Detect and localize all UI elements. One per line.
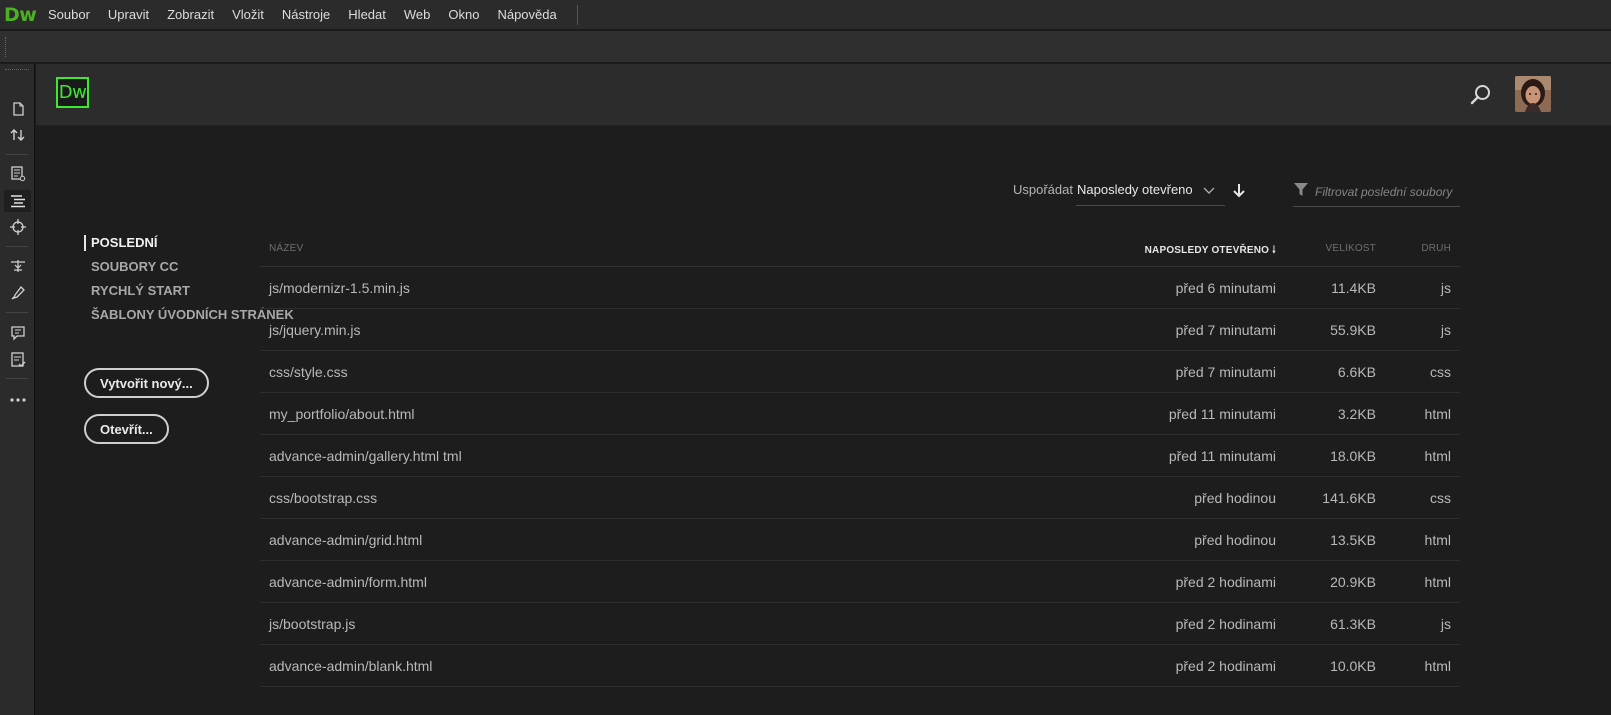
more-icon[interactable] <box>4 389 31 411</box>
sort-direction-arrow-icon[interactable] <box>1231 182 1249 200</box>
file-opened: před 2 hodinami <box>1175 574 1276 590</box>
file-name: my_portfolio/about.html <box>269 406 415 422</box>
file-type: js <box>1440 322 1451 338</box>
code-format-icon[interactable] <box>4 190 31 212</box>
create-new-button[interactable]: Vytvořit nový... <box>84 368 209 398</box>
file-size: 13.5KB <box>1330 532 1376 548</box>
toolstrip-grip[interactable] <box>5 69 29 72</box>
wrap-tag-icon[interactable] <box>4 255 31 277</box>
file-opened: před hodinou <box>1194 490 1276 506</box>
file-type: css <box>1430 490 1451 506</box>
file-size: 10.0KB <box>1330 658 1376 674</box>
column-type-header[interactable]: DRUH <box>1421 243 1451 254</box>
file-size: 3.2KB <box>1337 406 1376 422</box>
file-type: html <box>1424 532 1451 548</box>
file-name: advance-admin/form.html <box>269 574 427 590</box>
tool-strip <box>0 64 35 715</box>
file-name: advance-admin/gallery.html tml <box>269 448 462 464</box>
file-name: advance-admin/grid.html <box>269 532 423 548</box>
menu-divider <box>576 4 578 25</box>
table-row[interactable]: advance-admin/grid.html před hodinou 13.5K… <box>260 519 1460 561</box>
column-opened-header[interactable]: NAPOSLEDY OTEVŘENO 🠓 <box>1145 243 1276 260</box>
menu-vlozit[interactable]: Vložit <box>232 7 264 22</box>
recent-files-table: NÁZEV NAPOSLEDY OTEVŘENO 🠓 VELIKOST DRUH… <box>260 237 1460 687</box>
sort-selected: Naposledy otevřeno <box>1077 182 1193 197</box>
start-header: Dw <box>36 64 1611 126</box>
file-opened: před hodinou <box>1194 532 1276 548</box>
file-size: 18.0KB <box>1330 448 1376 464</box>
file-type: html <box>1424 448 1451 464</box>
table-row[interactable]: js/jquery.min.js před 7 minutami 55.9KB js <box>260 309 1460 351</box>
document-toolbar <box>0 31 1611 63</box>
validate-icon[interactable] <box>4 349 31 371</box>
filter-icon <box>1293 181 1309 203</box>
file-transfer-icon[interactable] <box>4 124 31 146</box>
file-size: 61.3KB <box>1330 616 1376 632</box>
table-row[interactable]: js/modernizr-1.5.min.js před 6 minutami 11… <box>260 267 1460 309</box>
table-row[interactable]: css/bootstrap.css před hodinou 141.6KB css <box>260 477 1460 519</box>
file-type: html <box>1424 574 1451 590</box>
start-screen: Dw Uspořádat Naposledy otevřeno Filtrova… <box>36 64 1611 715</box>
column-size-header[interactable]: VELIKOST <box>1325 243 1376 254</box>
file-size: 6.6KB <box>1337 364 1376 380</box>
file-opened: před 11 minutami <box>1168 448 1276 464</box>
file-name: js/bootstrap.js <box>269 616 356 632</box>
table-row[interactable]: my_portfolio/about.html před 11 minutami 3… <box>260 393 1460 435</box>
file-type: js <box>1440 280 1451 296</box>
menu-upravit[interactable]: Upravit <box>108 7 149 22</box>
file-size: 55.9KB <box>1330 322 1376 338</box>
search-icon[interactable] <box>1467 81 1495 109</box>
file-opened: před 7 minutami <box>1175 364 1276 380</box>
filter-input[interactable] <box>1315 182 1457 202</box>
menu-zobrazit[interactable]: Zobrazit <box>167 7 214 22</box>
file-name: css/bootstrap.css <box>269 490 378 506</box>
sort-down-icon: 🠓 <box>1272 245 1276 256</box>
menu-web[interactable]: Web <box>404 7 431 22</box>
file-type: js <box>1440 616 1451 632</box>
file-type: html <box>1424 658 1451 674</box>
file-name: advance-admin/blank.html <box>269 658 433 674</box>
file-type: html <box>1424 406 1451 422</box>
file-opened: před 2 hodinami <box>1175 658 1276 674</box>
file-opened: před 7 minutami <box>1175 322 1276 338</box>
menu-okno[interactable]: Okno <box>448 7 479 22</box>
table-row[interactable]: advance-admin/gallery.html tml před 11 mi… <box>260 435 1460 477</box>
sort-dropdown[interactable]: Naposledy otevřeno <box>1076 178 1225 206</box>
eyedropper-icon[interactable] <box>4 282 31 304</box>
file-opened: před 6 minutami <box>1175 280 1276 296</box>
file-name: js/jquery.min.js <box>269 322 361 338</box>
file-size: 141.6KB <box>1322 490 1376 506</box>
new-document-icon[interactable] <box>4 98 31 120</box>
file-size: 11.4KB <box>1331 280 1376 296</box>
menu-hledat[interactable]: Hledat <box>348 7 386 22</box>
menu-bar: Dw Soubor Upravit Zobrazit Vložit Nástro… <box>0 0 1611 30</box>
menu-nastroje[interactable]: Nástroje <box>282 7 330 22</box>
column-name-header[interactable]: NÁZEV <box>269 243 303 254</box>
filter-field[interactable] <box>1293 178 1460 207</box>
dreamweaver-badge: Dw <box>56 77 89 108</box>
file-name: css/style.css <box>269 364 348 380</box>
table-row[interactable]: advance-admin/blank.html před 2 hodinami 1… <box>260 645 1460 687</box>
toolbar-grip[interactable] <box>5 37 7 57</box>
user-avatar[interactable] <box>1515 76 1551 112</box>
file-name: js/modernizr-1.5.min.js <box>269 280 410 296</box>
live-view-icon[interactable] <box>4 163 31 185</box>
table-header: NÁZEV NAPOSLEDY OTEVŘENO 🠓 VELIKOST DRUH <box>260 237 1460 267</box>
app-logo: Dw <box>4 3 37 26</box>
menu-napoveda[interactable]: Nápověda <box>497 7 556 22</box>
file-opened: před 2 hodinami <box>1175 616 1276 632</box>
sort-bar: Uspořádat Naposledy otevřeno <box>36 178 1611 208</box>
open-button[interactable]: Otevřít... <box>84 414 169 444</box>
file-opened: před 11 minutami <box>1168 406 1276 422</box>
file-size: 20.9KB <box>1330 574 1376 590</box>
table-row[interactable]: css/style.css před 7 minutami 6.6KB css <box>260 351 1460 393</box>
menu-soubor[interactable]: Soubor <box>48 7 90 22</box>
inspect-icon[interactable] <box>4 216 31 238</box>
sort-label: Uspořádat <box>1013 182 1073 197</box>
table-row[interactable]: advance-admin/form.html před 2 hodinami 20… <box>260 561 1460 603</box>
file-type: css <box>1430 364 1451 380</box>
comment-icon[interactable] <box>4 322 31 344</box>
table-row[interactable]: js/bootstrap.js před 2 hodinami 61.3KB js <box>260 603 1460 645</box>
chevron-down-icon <box>1203 183 1215 198</box>
